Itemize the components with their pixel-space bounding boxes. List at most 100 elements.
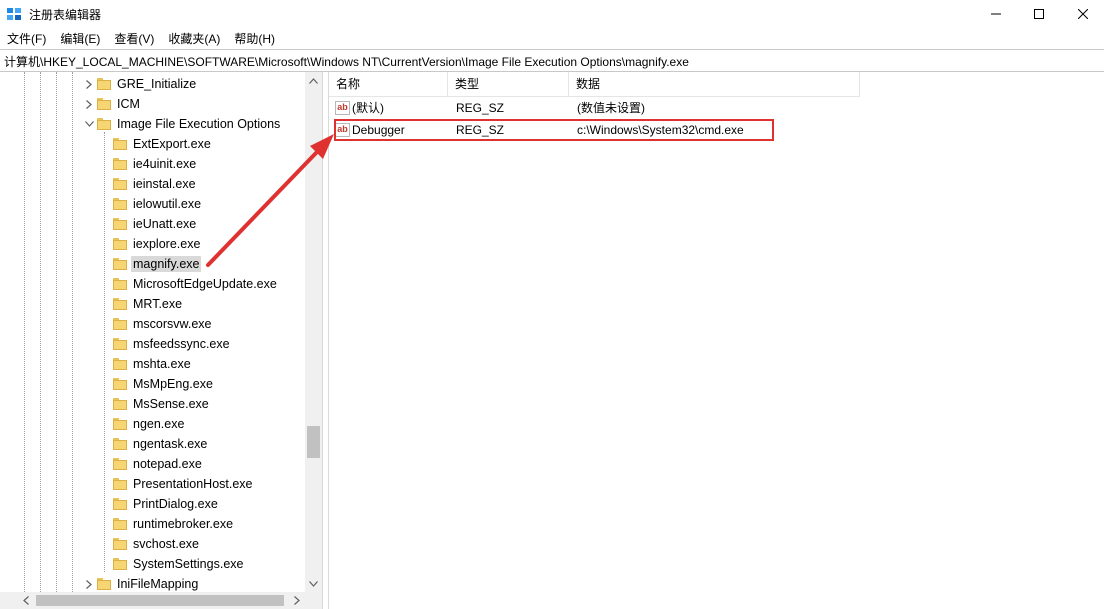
tree-vertical-scrollbar[interactable]	[305, 72, 322, 592]
chevron-right-icon[interactable]	[84, 574, 94, 592]
scroll-thumb[interactable]	[36, 595, 284, 606]
address-bar[interactable]: 计算机\HKEY_LOCAL_MACHINE\SOFTWARE\Microsof…	[0, 49, 1104, 72]
value-type: REG_SZ	[456, 101, 505, 115]
tree-item[interactable]: MicrosoftEdgeUpdate.exe	[100, 274, 277, 294]
tree-item[interactable]: MRT.exe	[100, 294, 182, 314]
menu-edit[interactable]: 编辑(E)	[53, 29, 107, 49]
folder-icon	[113, 498, 127, 510]
chevron-left-icon	[22, 596, 29, 605]
folder-icon	[113, 398, 127, 410]
folder-icon	[113, 418, 127, 430]
chevron-down-icon	[309, 580, 318, 587]
column-header-type[interactable]: 类型	[448, 72, 569, 96]
tree-item-label: ieUnatt.exe	[133, 217, 197, 231]
tree-item[interactable]: ExtExport.exe	[100, 134, 211, 154]
tree-item[interactable]: Image File Execution Options	[84, 114, 280, 134]
tree-item-label: MsSense.exe	[133, 397, 209, 411]
scroll-down-button[interactable]	[305, 575, 322, 592]
scroll-right-button[interactable]	[288, 592, 305, 609]
folder-icon	[113, 318, 127, 330]
tree-guide-line	[72, 72, 73, 592]
folder-icon	[113, 298, 127, 310]
folder-icon	[113, 438, 127, 450]
chevron-right-icon	[293, 596, 300, 605]
tree-item[interactable]: ieUnatt.exe	[100, 214, 196, 234]
folder-icon	[113, 518, 127, 530]
tree-item[interactable]: runtimebroker.exe	[100, 514, 233, 534]
string-value-icon: ab	[335, 101, 350, 115]
tree-item-label: ngentask.exe	[133, 437, 208, 451]
tree-item[interactable]: mscorsvw.exe	[100, 314, 212, 334]
tree-item[interactable]: ngen.exe	[100, 414, 184, 434]
tree-item-label: GRE_Initialize	[117, 77, 197, 91]
close-icon	[1078, 8, 1088, 19]
menu-view[interactable]: 查看(V)	[107, 29, 161, 49]
value-data: (数值未设置)	[577, 101, 645, 115]
tree-horizontal-scrollbar[interactable]	[0, 592, 305, 609]
scrollbar-corner	[305, 592, 322, 609]
title-bar: 注册表编辑器	[0, 0, 1106, 27]
maximize-button[interactable]	[1016, 0, 1062, 27]
menu-file[interactable]: 文件(F)	[0, 29, 53, 49]
tree-item[interactable]: ielowutil.exe	[100, 194, 201, 214]
tree-item[interactable]: MsSense.exe	[100, 394, 209, 414]
tree-item-label: MsMpEng.exe	[133, 377, 213, 391]
minimize-button[interactable]	[973, 0, 1019, 27]
tree-item-selected[interactable]: magnify.exe	[100, 254, 202, 274]
tree-item-label: magnify.exe	[131, 256, 202, 272]
tree-item[interactable]: ICM	[84, 94, 140, 114]
value-row[interactable]: ab (默认) REG_SZ (数值未设置)	[329, 98, 860, 118]
tree-item[interactable]: mshta.exe	[100, 354, 191, 374]
window-title: 注册表编辑器	[29, 8, 102, 22]
highlight-box	[334, 119, 774, 141]
scroll-up-button[interactable]	[305, 72, 322, 89]
chevron-down-icon[interactable]	[84, 114, 94, 134]
tree-guide-line	[56, 72, 57, 592]
folder-icon	[113, 458, 127, 470]
tree-item[interactable]: PrintDialog.exe	[100, 494, 218, 514]
folder-icon	[113, 138, 127, 150]
tree-guide-line	[40, 72, 41, 592]
folder-icon	[113, 178, 127, 190]
maximize-icon	[1034, 8, 1044, 19]
folder-icon	[97, 78, 111, 90]
scroll-left-button[interactable]	[17, 592, 34, 609]
tree-item-label: MRT.exe	[133, 297, 183, 311]
tree-item[interactable]: ieinstal.exe	[100, 174, 196, 194]
tree-item[interactable]: ngentask.exe	[100, 434, 207, 454]
value-list-pane[interactable]: 名称 类型 数据 ab (默认) REG_SZ (数值未设置) ab Debug…	[328, 72, 1106, 609]
regedit-app-icon	[7, 8, 21, 20]
tree-item[interactable]: SystemSettings.exe	[100, 554, 243, 574]
folder-icon	[113, 218, 127, 230]
menu-help[interactable]: 帮助(H)	[227, 29, 282, 49]
tree-item-label: SystemSettings.exe	[133, 557, 244, 571]
tree-guide-line	[24, 72, 25, 592]
close-button[interactable]	[1060, 0, 1106, 27]
column-header-name[interactable]: 名称	[329, 72, 448, 96]
folder-icon	[113, 558, 127, 570]
tree-item[interactable]: ie4uinit.exe	[100, 154, 196, 174]
tree-item[interactable]: msfeedssync.exe	[100, 334, 230, 354]
tree-item[interactable]: GRE_Initialize	[84, 74, 196, 94]
tree-item-label: Image File Execution Options	[117, 117, 281, 131]
tree-item[interactable]: svchost.exe	[100, 534, 199, 554]
folder-icon	[113, 378, 127, 390]
tree-item-label: PrintDialog.exe	[133, 497, 218, 511]
folder-icon	[113, 158, 127, 170]
tree-item[interactable]: MsMpEng.exe	[100, 374, 213, 394]
chevron-right-icon[interactable]	[84, 74, 94, 94]
chevron-right-icon[interactable]	[84, 94, 94, 114]
column-header-data[interactable]: 数据	[569, 72, 860, 96]
tree-item-label: notepad.exe	[133, 457, 202, 471]
scroll-thumb[interactable]	[307, 426, 320, 458]
tree-item-label: iexplore.exe	[133, 237, 201, 251]
minimize-icon	[991, 13, 1001, 14]
tree-item-label: ICM	[117, 97, 140, 111]
tree-item[interactable]: PresentationHost.exe	[100, 474, 253, 494]
menu-favorites[interactable]: 收藏夹(A)	[161, 29, 227, 49]
registry-tree-pane[interactable]: GRE_Initialize ICM Image File Execution Op…	[0, 72, 323, 609]
tree-item[interactable]: iexplore.exe	[100, 234, 200, 254]
tree-item[interactable]: IniFileMapping	[84, 574, 198, 592]
tree-item[interactable]: notepad.exe	[100, 454, 202, 474]
folder-icon	[97, 118, 111, 130]
